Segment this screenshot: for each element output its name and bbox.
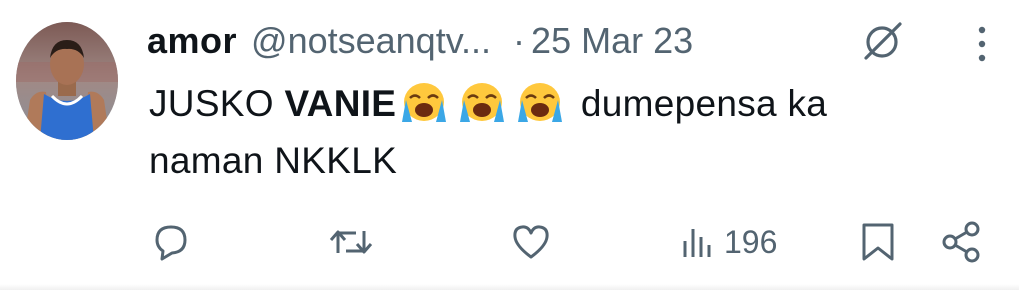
bookmark-icon	[862, 223, 894, 261]
tweet-header: amor @notseanqtv... · 25 Mar 23	[147, 18, 693, 64]
action-bar: 196	[0, 214, 1019, 270]
loudly-crying-face-icon	[454, 80, 510, 124]
share-icon	[942, 221, 980, 263]
author-handle[interactable]: @notseanqtv...	[251, 18, 491, 64]
tweet-text: JUSKO VANIE dumepensa ka naman NKKLK	[149, 75, 949, 189]
retweet-button[interactable]	[326, 214, 376, 270]
tweet[interactable]: amor @notseanqtv... · 25 Mar 23 JUSKO VA…	[0, 0, 1019, 290]
reply-icon	[155, 225, 187, 261]
divider	[0, 284, 1019, 290]
grok-icon[interactable]	[860, 18, 906, 64]
tweet-date[interactable]: 25 Mar 23	[531, 18, 693, 64]
more-icon[interactable]	[962, 22, 1002, 66]
views-icon	[683, 229, 711, 257]
bookmark-button[interactable]	[858, 214, 898, 270]
tweet-text-bold: VANIE	[284, 83, 397, 124]
loudly-crying-face-icon	[512, 80, 568, 124]
like-button[interactable]	[508, 214, 554, 270]
loudly-crying-face-icon	[396, 80, 452, 124]
tweet-text-prefix: JUSKO	[149, 83, 285, 124]
author-display-name[interactable]: amor	[147, 18, 237, 64]
heart-icon	[513, 225, 549, 259]
views-count: 196	[724, 223, 778, 260]
avatar-image	[16, 22, 118, 140]
avatar[interactable]	[16, 22, 118, 140]
header-separator: ·	[513, 20, 526, 61]
reply-button[interactable]	[148, 214, 194, 270]
share-button[interactable]	[938, 214, 984, 270]
retweet-icon	[329, 230, 373, 254]
views-button[interactable]: 196	[680, 214, 777, 270]
